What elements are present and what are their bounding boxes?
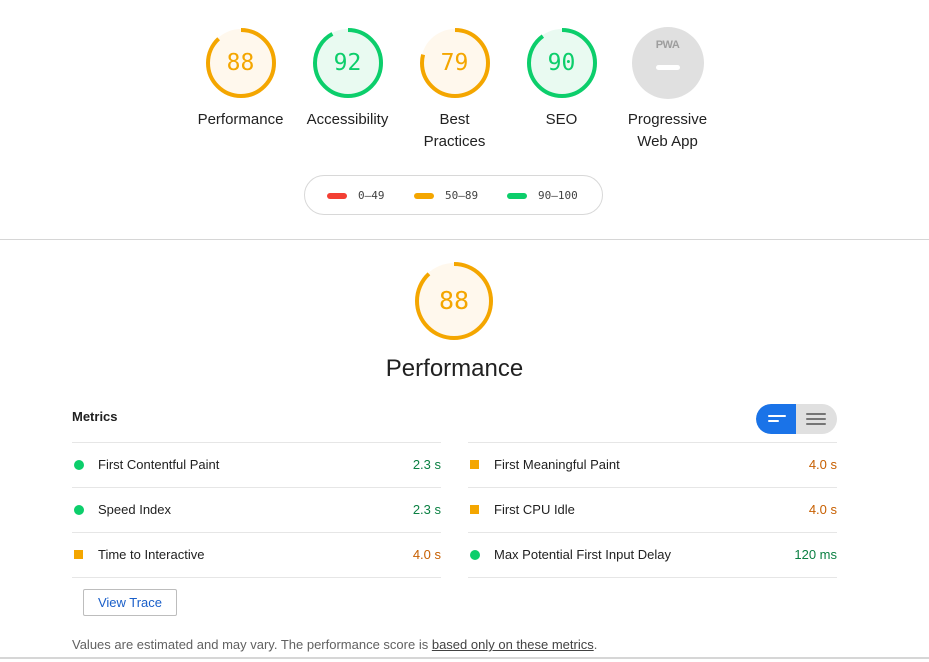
expanded-view-icon-line xyxy=(806,423,826,425)
metric-value: 4.0 s xyxy=(412,547,441,562)
score-gauges: 88 Performance 92 Accessibility 79 Best … xyxy=(0,27,929,157)
gauge-pwa[interactable]: PWA Progressive Web App xyxy=(614,27,721,153)
average-square-icon xyxy=(470,505,479,514)
toggle-compact-view-button[interactable] xyxy=(756,404,796,434)
expanded-view-icon xyxy=(806,413,826,415)
metric-value: 4.0 s xyxy=(808,502,837,517)
gauge-ring: 79 xyxy=(419,27,491,99)
metrics-column-right: First Meaningful Paint 4.0 s First CPU I… xyxy=(468,442,837,578)
view-trace-button[interactable]: View Trace xyxy=(83,589,177,616)
gauge-score: 79 xyxy=(440,50,469,76)
metric-value: 120 ms xyxy=(794,547,837,562)
metric-row: Time to Interactive 4.0 s xyxy=(72,532,441,578)
bottom-divider xyxy=(0,657,929,659)
pass-circle-icon xyxy=(74,460,84,470)
gauge-seo[interactable]: 90 SEO xyxy=(508,27,615,131)
metric-name: First Meaningful Paint xyxy=(494,457,620,472)
legend-fail-swatch xyxy=(327,193,347,199)
metric-value: 2.3 s xyxy=(412,502,441,517)
metric-row: First CPU Idle 4.0 s xyxy=(468,487,837,532)
metric-row: First Contentful Paint 2.3 s xyxy=(72,442,441,487)
section-title: Performance xyxy=(385,355,524,382)
gauge-label: SEO xyxy=(545,111,578,128)
compact-view-icon-line xyxy=(768,420,779,422)
average-square-icon xyxy=(470,460,479,469)
footnote-end: . xyxy=(593,637,598,652)
gauge-score: 88 xyxy=(226,50,255,76)
metric-row: Max Potential First Input Delay 120 ms xyxy=(468,532,837,578)
legend-pass-swatch xyxy=(507,193,527,199)
gauge-label: Best Practices xyxy=(423,111,486,150)
average-square-icon xyxy=(74,550,83,559)
metrics-column-left: First Contentful Paint 2.3 s Speed Index… xyxy=(72,442,441,578)
metric-row: First Meaningful Paint 4.0 s xyxy=(468,442,837,487)
metrics-footnote: Values are estimated and may vary. The p… xyxy=(72,637,597,652)
gauge-score: 90 xyxy=(547,50,576,76)
pwa-badge-icon: PWA xyxy=(631,27,704,99)
footnote-text: Values are estimated and may vary. The p… xyxy=(72,637,432,652)
metric-value: 2.3 s xyxy=(412,457,441,472)
gauge-ring: 90 xyxy=(526,27,598,99)
metric-name: Max Potential First Input Delay xyxy=(494,547,672,562)
metrics-heading: Metrics xyxy=(72,409,118,424)
pass-circle-icon xyxy=(74,505,84,515)
scoring-link[interactable]: based only on these metrics xyxy=(432,637,594,652)
gauge-best-practices[interactable]: 79 Best Practices xyxy=(401,27,508,153)
legend-average-range: 50–89 xyxy=(445,189,479,202)
gauge-score: 92 xyxy=(333,50,362,76)
metric-name: First CPU Idle xyxy=(494,502,575,517)
score-legend: 0–49 50–89 90–100 xyxy=(304,175,603,215)
metric-name: Speed Index xyxy=(98,502,172,517)
gauge-accessibility[interactable]: 92 Accessibility xyxy=(294,27,401,131)
gauge-label: Accessibility xyxy=(306,111,389,128)
section-divider xyxy=(0,239,929,240)
legend-average-swatch xyxy=(414,193,434,199)
gauge-ring: 92 xyxy=(312,27,384,99)
legend-pass-range: 90–100 xyxy=(538,189,578,202)
metric-name: First Contentful Paint xyxy=(98,457,220,472)
gauge-performance[interactable]: 88 Performance xyxy=(187,27,294,131)
metrics-view-toggle[interactable] xyxy=(756,404,837,434)
gauge-ring: PWA xyxy=(631,27,704,99)
legend-fail-range: 0–49 xyxy=(358,189,385,202)
metric-row: Speed Index 2.3 s xyxy=(72,487,441,532)
metric-name: Time to Interactive xyxy=(98,547,205,562)
gauge-label: Performance xyxy=(197,111,284,128)
metric-value: 4.0 s xyxy=(808,457,837,472)
compact-view-icon xyxy=(768,415,786,417)
pwa-badge-text: PWA xyxy=(655,39,680,51)
expanded-view-icon-line xyxy=(806,418,826,420)
performance-score: 88 xyxy=(438,286,470,315)
pass-circle-icon xyxy=(470,550,480,560)
performance-gauge: 88 xyxy=(414,261,494,341)
pwa-dash-icon xyxy=(655,65,680,70)
gauge-ring: 88 xyxy=(205,27,277,99)
toggle-expanded-view-button[interactable] xyxy=(797,404,837,434)
gauge-label: Progressive Web App xyxy=(627,111,708,150)
